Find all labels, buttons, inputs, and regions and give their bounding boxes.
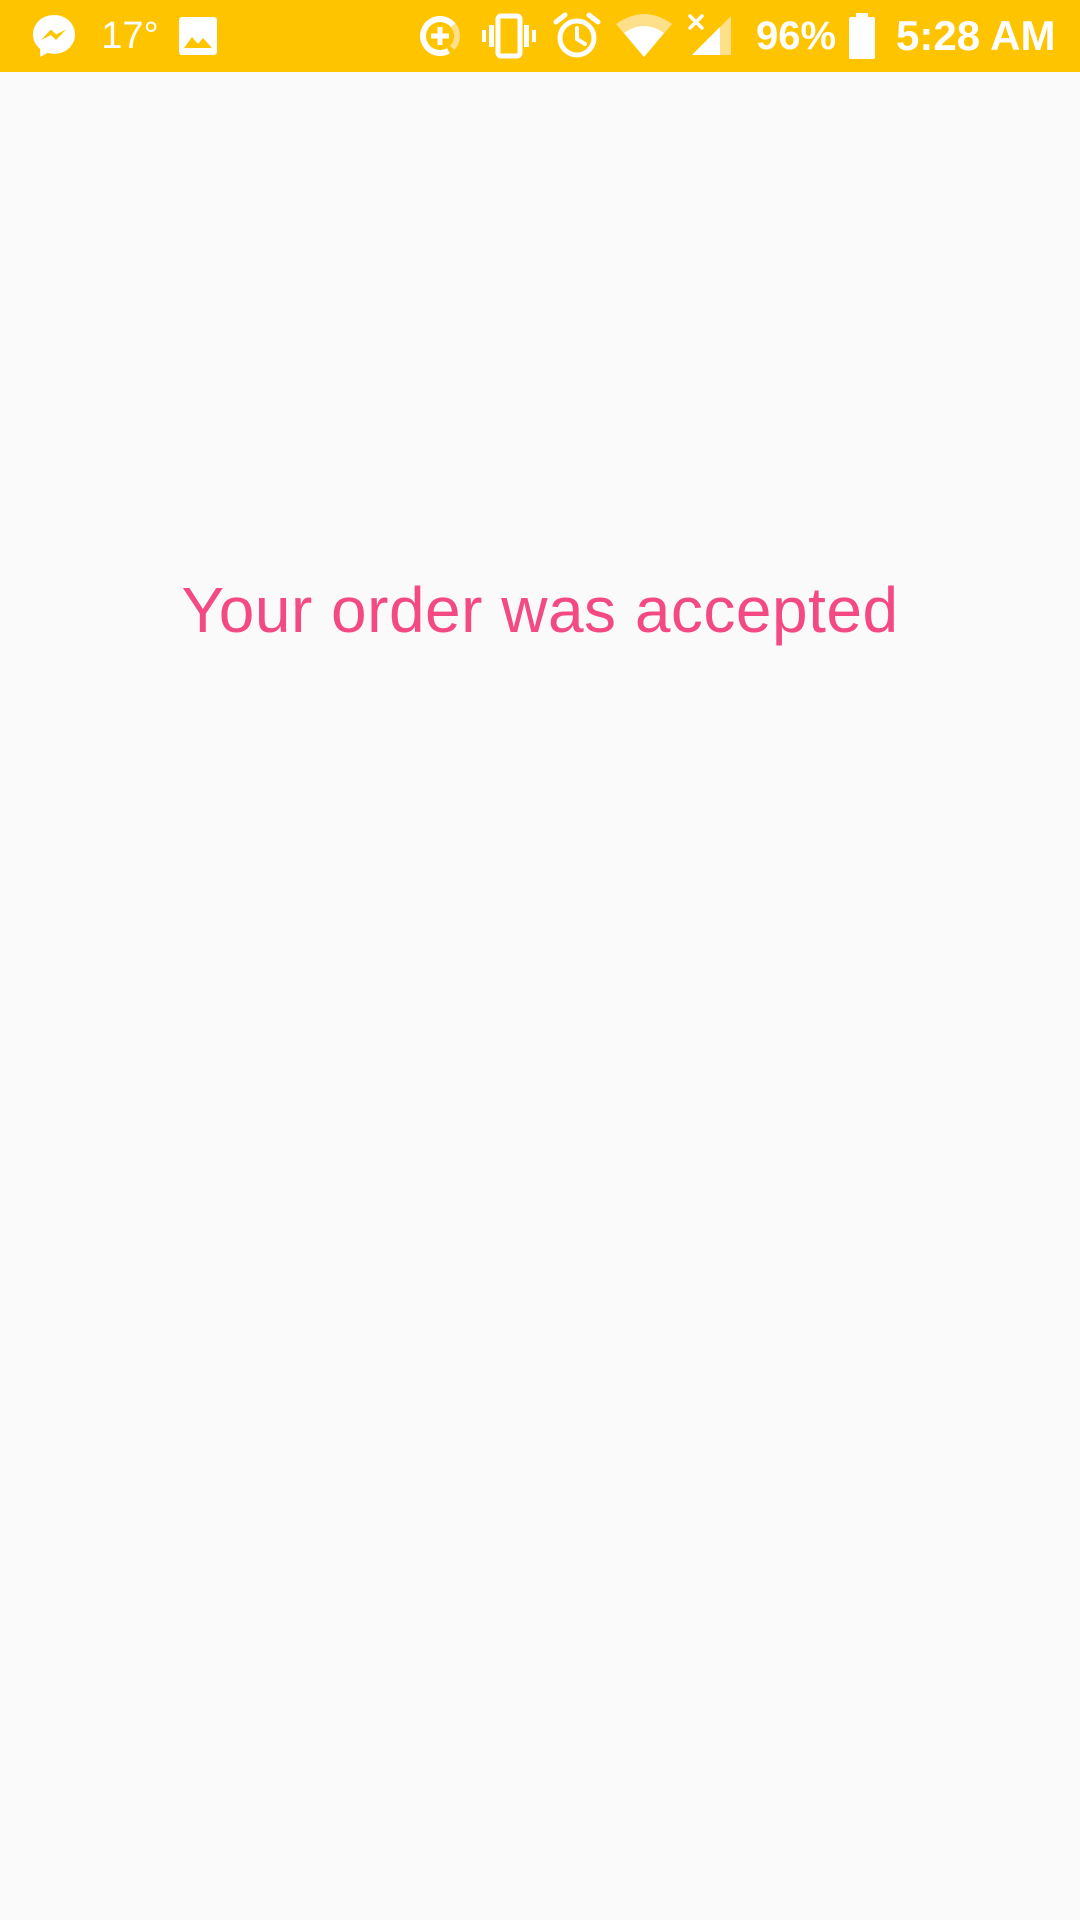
messenger-icon [28,0,80,72]
battery-icon [844,0,880,72]
cellular-signal-icon [686,0,736,72]
alarm-icon [552,0,602,72]
image-icon [176,0,220,72]
status-time: 5:28 AM [896,12,1056,59]
data-saver-icon [414,0,466,72]
vibrate-icon [480,0,538,72]
wifi-icon [614,0,674,72]
order-accepted-message: Your order was accepted [181,574,899,646]
status-bar: 17° 96% 5:28 AM [0,0,1080,72]
temperature-label: 17° [101,15,159,57]
battery-percent: 96% [755,14,837,58]
